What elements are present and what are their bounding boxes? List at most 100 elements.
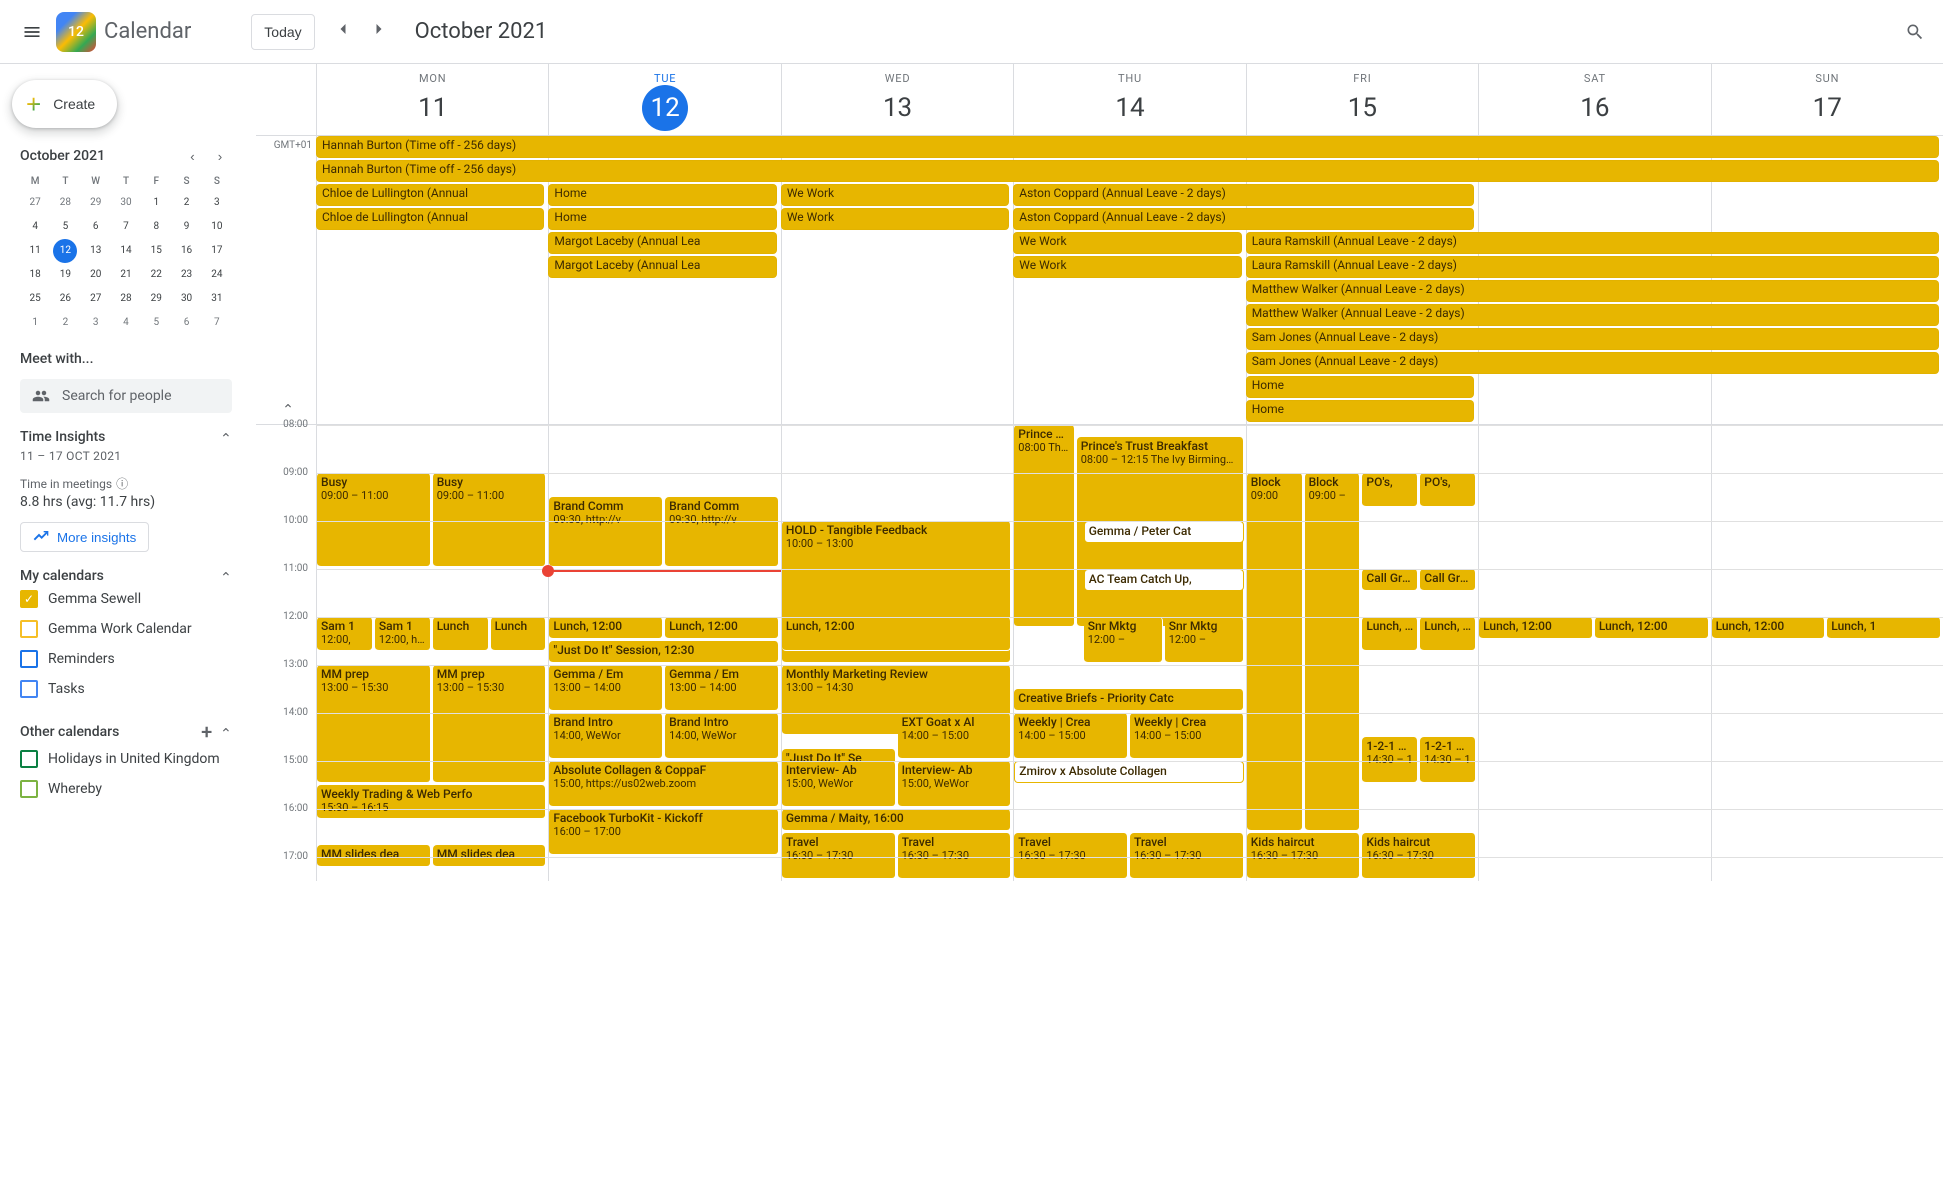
calendar-event[interactable]: Travel16:30 – 17:30 <box>1130 833 1244 879</box>
allday-event[interactable]: We Work <box>781 208 1009 230</box>
allday-event[interactable]: Home <box>1246 400 1474 422</box>
allday-event[interactable]: Hannah Burton (Time off - 256 days) <box>316 160 1939 182</box>
mini-cal-day[interactable]: 1 <box>141 191 171 215</box>
mini-cal-day[interactable]: 10 <box>202 215 232 239</box>
day-header-cell[interactable]: MON11 <box>316 64 548 135</box>
allday-event[interactable]: Margot Laceby (Annual Lea <box>548 232 776 254</box>
create-button[interactable]: + Create <box>12 80 117 128</box>
calendar-event[interactable]: Gemma / Em13:00 – 14:00 <box>549 665 663 711</box>
day-number[interactable]: 17 <box>1804 85 1850 131</box>
search-button[interactable] <box>1895 12 1935 52</box>
calendar-event[interactable]: "Just Do It" Session, 12:30 <box>549 641 778 663</box>
allday-event[interactable]: Margot Laceby (Annual Lea <box>548 256 776 278</box>
calendar-event[interactable]: Weekly | Crea14:00 – 15:00 <box>1130 713 1244 759</box>
calendar-event[interactable]: Lunch <box>433 617 489 651</box>
calendar-event[interactable]: Gemma / Em13:00 – 14:00 <box>665 665 779 711</box>
mini-cal-day[interactable]: 9 <box>171 215 201 239</box>
calendar-event[interactable]: Kids haircut16:30 – 17:30 <box>1362 833 1476 879</box>
mini-cal-day[interactable]: 18 <box>20 263 50 287</box>
mini-cal-day[interactable]: 8 <box>141 215 171 239</box>
calendar-event[interactable]: Travel16:30 – 17:30 <box>782 833 896 879</box>
allday-event[interactable]: We Work <box>1013 232 1241 254</box>
calendar-event[interactable]: Lunch, 12:00 <box>1712 617 1826 639</box>
day-header-cell[interactable]: SAT16 <box>1478 64 1710 135</box>
calendar-event[interactable]: Lunch, 1: <box>1362 617 1418 651</box>
calendar-event[interactable]: Brand Comm09:30, http://v <box>549 497 663 567</box>
mini-cal-day[interactable]: 5 <box>50 215 80 239</box>
calendar-event[interactable]: Sam 112:00, http <box>375 617 431 651</box>
allday-event[interactable]: Sam Jones (Annual Leave - 2 days) <box>1246 328 1939 350</box>
calendar-event[interactable]: Brand Comm09:30, http://v <box>665 497 779 567</box>
other-calendars-heading[interactable]: Other calendars + ⌄ <box>20 720 232 744</box>
calendar-event[interactable]: Lunch, 12:00 <box>1595 617 1709 639</box>
day-column[interactable]: Busy09:00 – 11:00Busy09:00 – 11:00Sam 11… <box>316 425 548 881</box>
calendar-event[interactable]: Gemma / Maity, 16:00 <box>782 809 1011 831</box>
calendar-checkbox[interactable] <box>20 650 38 668</box>
allday-grid[interactable]: ⌄ Hannah Burton (Time off - 256 days)Han… <box>316 136 1943 424</box>
calendar-event[interactable]: Busy09:00 – 11:00 <box>433 473 547 567</box>
calendar-checkbox[interactable] <box>20 590 38 608</box>
calendar-event[interactable]: Interview- Ab15:00, WeWor <box>898 761 1012 807</box>
mini-cal-day[interactable]: 4 <box>111 311 141 335</box>
mini-cal-day[interactable]: 7 <box>202 311 232 335</box>
mini-cal-day[interactable]: 27 <box>20 191 50 215</box>
calendar-checkbox[interactable] <box>20 680 38 698</box>
calendar-item[interactable]: Whereby <box>20 774 232 804</box>
calendar-item[interactable]: Holidays in United Kingdom <box>20 744 232 774</box>
calendar-event[interactable]: Call Grah <box>1420 569 1476 591</box>
allday-event[interactable]: We Work <box>1013 256 1241 278</box>
allday-event[interactable]: Sam Jones (Annual Leave - 2 days) <box>1246 352 1939 374</box>
search-people-input[interactable]: Search for people <box>20 379 232 413</box>
calendar-event[interactable]: Snr Mktg12:00 – <box>1165 617 1244 663</box>
allday-event[interactable]: Aston Coppard (Annual Leave - 2 days) <box>1013 208 1474 230</box>
time-insights-heading[interactable]: Time Insights ⌄ <box>20 429 232 445</box>
my-calendars-heading[interactable]: My calendars ⌄ <box>20 568 232 584</box>
calendar-checkbox[interactable] <box>20 620 38 638</box>
calendar-event[interactable]: 1-2-1 Ma14:30 – 1 <box>1362 737 1418 783</box>
time-grid[interactable]: 08:0009:0010:0011:0012:0013:0014:0015:00… <box>256 425 1943 881</box>
mini-cal-next[interactable]: › <box>208 144 232 168</box>
calendar-event[interactable]: Lunch, 12:00 <box>1479 617 1593 639</box>
calendar-event[interactable]: Absolute Collagen & CoppaF15:00, https:/… <box>549 761 778 807</box>
day-column[interactable]: Prince Trust Break08:00 The Iv Birmingha… <box>1013 425 1245 881</box>
day-header-cell[interactable]: THU14 <box>1013 64 1245 135</box>
mini-cal-day[interactable]: 30 <box>171 287 201 311</box>
mini-cal-day[interactable]: 14 <box>111 239 141 263</box>
mini-cal-day[interactable]: 25 <box>20 287 50 311</box>
day-number[interactable]: 15 <box>1339 85 1385 131</box>
calendar-event[interactable]: Travel16:30 – 17:30 <box>1014 833 1128 879</box>
day-number[interactable]: 13 <box>875 85 921 131</box>
allday-event[interactable]: Hannah Burton (Time off - 256 days) <box>316 136 1939 158</box>
mini-cal-day[interactable]: 31 <box>202 287 232 311</box>
mini-cal-day[interactable]: 27 <box>81 287 111 311</box>
calendar-event[interactable]: Zmirov x Absolute Collagen <box>1014 761 1243 783</box>
mini-cal-day[interactable]: 19 <box>50 263 80 287</box>
calendar-event[interactable]: EXT Goat x Al14:00 – 15:00 <box>898 713 1012 759</box>
main-menu-button[interactable] <box>8 8 56 56</box>
calendar-event[interactable]: Sam 112:00, <box>317 617 373 651</box>
mini-cal-day[interactable]: 3 <box>81 311 111 335</box>
calendar-event[interactable]: Lunch, 1: <box>1420 617 1476 651</box>
day-header-cell[interactable]: TUE12 <box>548 64 780 135</box>
calendar-event[interactable]: Call Grah <box>1362 569 1418 591</box>
allday-event[interactable]: Matthew Walker (Annual Leave - 2 days) <box>1246 280 1939 302</box>
day-number[interactable]: 14 <box>1107 85 1153 131</box>
calendar-event[interactable]: Lunch <box>491 617 547 651</box>
mini-cal-day[interactable]: 16 <box>171 239 201 263</box>
day-header-cell[interactable]: WED13 <box>781 64 1013 135</box>
day-column[interactable]: HOLD - Tangible Feedback10:00 – 13:00Lun… <box>781 425 1013 881</box>
day-number[interactable]: 12 <box>642 85 688 131</box>
calendar-event[interactable]: Creative Briefs - Priority Catc <box>1014 689 1243 711</box>
next-period-button[interactable] <box>363 16 395 48</box>
calendar-event[interactable]: Kids haircut16:30 – 17:30 <box>1247 833 1361 879</box>
calendar-event[interactable]: Brand Intro14:00, WeWor <box>665 713 779 759</box>
calendar-event[interactable]: MM prep13:00 – 15:30 <box>317 665 431 783</box>
allday-event[interactable]: Chloe de Lullington (Annual <box>316 184 544 206</box>
mini-cal-day[interactable]: 12 <box>53 239 77 263</box>
mini-cal-day[interactable]: 2 <box>50 311 80 335</box>
mini-cal-day[interactable]: 11 <box>20 239 50 263</box>
mini-cal-day[interactable]: 23 <box>171 263 201 287</box>
day-header-cell[interactable]: FRI15 <box>1246 64 1478 135</box>
mini-cal-day[interactable]: 6 <box>81 215 111 239</box>
today-button[interactable]: Today <box>251 14 314 50</box>
